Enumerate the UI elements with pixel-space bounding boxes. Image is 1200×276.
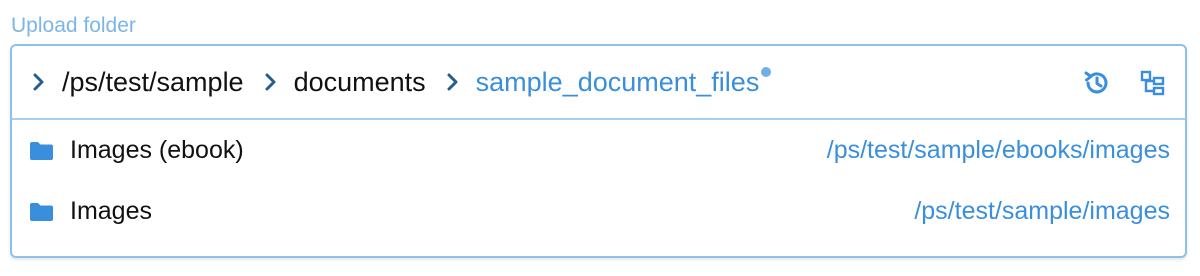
folder-icon [30, 202, 53, 221]
breadcrumb-item-label: sample_document_files [475, 66, 760, 97]
list-item-folder[interactable]: Images (ebook) /ps/test/sample/ebooks/im… [12, 120, 1185, 181]
breadcrumb-item-label: documents [293, 66, 426, 97]
path-actions [1081, 46, 1169, 120]
modified-indicator-dot [761, 67, 772, 77]
breadcrumb-item-label: /ps/test/sample [62, 66, 244, 97]
breadcrumb-item-ps-test-sample[interactable]: /ps/test/sample [12, 46, 244, 118]
folder-icon [30, 141, 53, 160]
chevron-right-icon [265, 73, 276, 91]
folder-path: /ps/test/sample/images [914, 197, 1170, 225]
folder-path: /ps/test/sample/ebooks/images [826, 136, 1170, 164]
list-item-folder[interactable]: Images /ps/test/sample/images [12, 181, 1185, 242]
history-icon [1084, 71, 1108, 94]
breadcrumb: /ps/test/sample documents sample_documen… [12, 46, 1185, 120]
folder-name: Images (ebook) [70, 136, 244, 164]
breadcrumb-item-current[interactable]: sample_document_files [426, 46, 772, 118]
folder-tree-button[interactable] [1137, 67, 1169, 99]
chevron-right-icon [33, 73, 44, 91]
field-label: Upload folder [11, 14, 136, 37]
chevron-right-icon [447, 73, 458, 91]
folder-name: Images [70, 197, 152, 225]
breadcrumb-item-documents[interactable]: documents [244, 46, 426, 118]
folder-picker: /ps/test/sample documents sample_documen… [10, 44, 1187, 258]
folder-tree-icon [1140, 70, 1165, 96]
history-button[interactable] [1081, 67, 1113, 99]
folder-list: Images (ebook) /ps/test/sample/ebooks/im… [12, 120, 1185, 242]
